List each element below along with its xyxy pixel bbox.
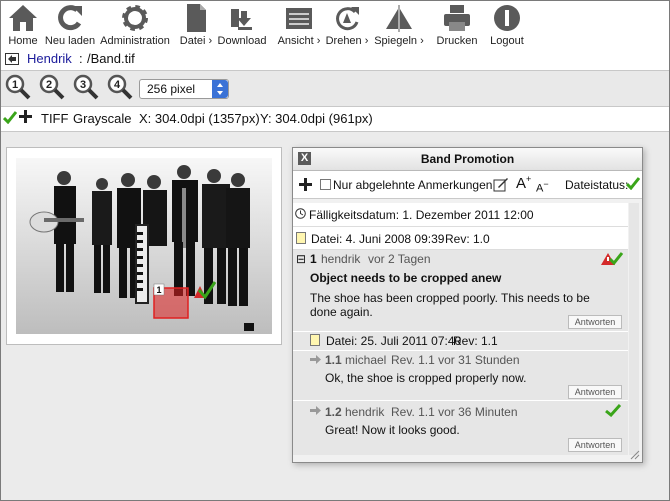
file-rev: Rev: 1.1	[453, 334, 498, 348]
reply-1-2: 1.2 hendrik Rev. 1.1 vor 36 Minuten Grea…	[293, 401, 628, 455]
zoom-level-1-button[interactable]: 1	[4, 73, 32, 101]
info-bar: TIFF Grayscale X: 304.0dpi (1357px) Y: 3…	[1, 107, 669, 132]
image-panel: 1	[6, 147, 282, 345]
dialog-title: Band Promotion	[420, 152, 515, 166]
zoom-level-3-label: 3	[80, 79, 86, 91]
reply-text: Great! Now it looks good.	[325, 423, 460, 437]
document-icon	[310, 334, 320, 346]
view-menu-button[interactable]: Ansicht ›	[276, 3, 322, 47]
size-select[interactable]: 256 pixel	[139, 79, 229, 99]
edit-icon[interactable]	[493, 177, 509, 192]
zoom-level-2-label: 2	[46, 79, 52, 91]
download-button[interactable]: Download	[216, 3, 268, 47]
path-file: /Band.tif	[87, 51, 135, 66]
reply-number: 1.2	[325, 405, 342, 419]
reply-text: Ok, the shoe is cropped properly now.	[325, 371, 527, 385]
zoom-level-3-button[interactable]: 3	[72, 73, 100, 101]
path-bar: Hendrik : /Band.tif	[1, 49, 669, 71]
file-date: Datei: 25. Juli 2011 07:40	[326, 334, 462, 348]
increase-font-icon[interactable]: A+	[516, 174, 531, 192]
approved-check-icon	[3, 111, 17, 124]
reply-arrow-icon	[310, 406, 321, 415]
reply-arrow-icon	[310, 355, 321, 364]
file-status-label: Dateistatus:	[565, 178, 629, 192]
filter-label: Nur abgelehnte Anmerkungen	[333, 178, 493, 192]
clock-icon	[295, 208, 306, 219]
logout-button[interactable]: Logout	[487, 3, 527, 47]
comment-time: vor 2 Tagen	[368, 252, 431, 266]
mirror-menu-button[interactable]: Spiegeln ›	[374, 3, 424, 47]
folder-up-icon[interactable]	[5, 53, 19, 65]
size-select-value: 256 pixel	[147, 82, 196, 96]
approved-check-icon	[626, 177, 640, 190]
rejected-approved-icon	[601, 252, 624, 266]
file-revision-row: Datei: 4. Juni 2008 09:39 Rev: 1.0	[293, 227, 628, 250]
reply-revision-time: Rev. 1.1 vor 36 Minuten	[391, 405, 518, 419]
band-photo[interactable]: 1	[16, 158, 272, 334]
path-separator: :	[79, 51, 83, 66]
rotate-icon	[336, 7, 359, 31]
dropdown-arrow-icon	[212, 80, 228, 98]
file-icon	[187, 4, 206, 32]
zoom-bar	[1, 71, 669, 107]
annotation-dialog: X Band Promotion Nur abgelehnte Anmerkun…	[292, 147, 643, 463]
reply-1-1: 1.1 michael Rev. 1.1 vor 31 Stunden Ok, …	[293, 351, 628, 400]
reply-button[interactable]: Antworten	[568, 385, 622, 399]
comment-number: 1	[310, 252, 317, 266]
view-icon	[286, 8, 312, 29]
comment-author: hendrik	[321, 252, 361, 266]
band-photo-illustration: 1	[29, 165, 254, 331]
comment-text: The shoe has been cropped poorly. This n…	[310, 291, 590, 319]
administration-button[interactable]: Administration	[99, 3, 171, 47]
reply-button[interactable]: Antworten	[568, 438, 622, 452]
file-menu-button[interactable]: Datei ›	[178, 3, 214, 47]
logout-icon	[494, 5, 520, 31]
add-annotation-icon[interactable]	[19, 110, 32, 123]
file-revision-row: Datei: 25. Juli 2011 07:40 Rev: 1.1	[293, 332, 628, 350]
dialog-titlebar[interactable]: X Band Promotion	[293, 148, 642, 171]
due-date: Fälligkeitsdatum: 1. Dezember 2011 12:00	[309, 208, 534, 222]
download-icon	[231, 9, 252, 30]
dialog-toolbar: Nur abgelehnte Anmerkungen A+ A− Dateist…	[293, 171, 642, 199]
x-resolution: X: 304.0dpi (1357px)	[139, 111, 260, 126]
zoom-level-2-button[interactable]: 2	[38, 73, 66, 101]
y-resolution: Y: 304.0dpi (961px)	[260, 111, 373, 126]
comment-1: ⊟ 1 hendrik vor 2 Tagen Object needs to …	[293, 250, 628, 331]
collapse-toggle[interactable]: ⊟	[296, 252, 306, 266]
annotation-list-scrollbar[interactable]	[629, 203, 639, 455]
annotation-marker-number: 1	[156, 285, 161, 295]
reply-author: hendrik	[345, 405, 385, 419]
document-icon	[296, 232, 306, 244]
reload-icon	[58, 5, 82, 31]
main-toolbar: Home Neu laden Administration Datei › Do…	[1, 1, 669, 49]
file-rev: Rev: 1.0	[445, 232, 490, 246]
printer-icon	[444, 5, 470, 31]
reply-author: michael	[345, 353, 387, 367]
reply-number: 1.1	[325, 353, 342, 367]
filter-checkbox[interactable]	[320, 179, 331, 190]
resize-handle-icon[interactable]	[630, 450, 640, 460]
approved-check-icon	[605, 403, 621, 417]
decrease-font-icon[interactable]: A−	[536, 179, 549, 195]
file-format: TIFF	[41, 111, 69, 126]
reply-revision-time: Rev. 1.1 vor 31 Stunden	[391, 353, 520, 367]
home-icon	[9, 5, 37, 31]
zoom-level-4-button[interactable]: 4	[106, 73, 134, 101]
rotate-menu-button[interactable]: Drehen ›	[324, 3, 370, 47]
mirror-icon	[386, 5, 412, 32]
due-date-row: Fälligkeitsdatum: 1. Dezember 2011 12:00	[293, 203, 628, 227]
color-mode: Grayscale	[73, 111, 132, 126]
path-user-link[interactable]: Hendrik	[27, 51, 72, 66]
add-annotation-icon[interactable]	[299, 178, 312, 191]
home-button[interactable]: Home	[6, 3, 40, 47]
print-button[interactable]: Drucken	[435, 3, 479, 47]
file-date: Datei: 4. Juni 2008 09:39	[311, 232, 445, 246]
reload-button[interactable]: Neu laden	[43, 3, 97, 47]
gear-icon	[122, 5, 148, 31]
comment-title: Object needs to be cropped anew	[310, 271, 502, 285]
annotation-list: Fälligkeitsdatum: 1. Dezember 2011 12:00…	[293, 203, 628, 455]
zoom-level-4-label: 4	[114, 79, 121, 91]
zoom-level-1-label: 1	[12, 79, 18, 91]
reply-button[interactable]: Antworten	[568, 315, 622, 329]
